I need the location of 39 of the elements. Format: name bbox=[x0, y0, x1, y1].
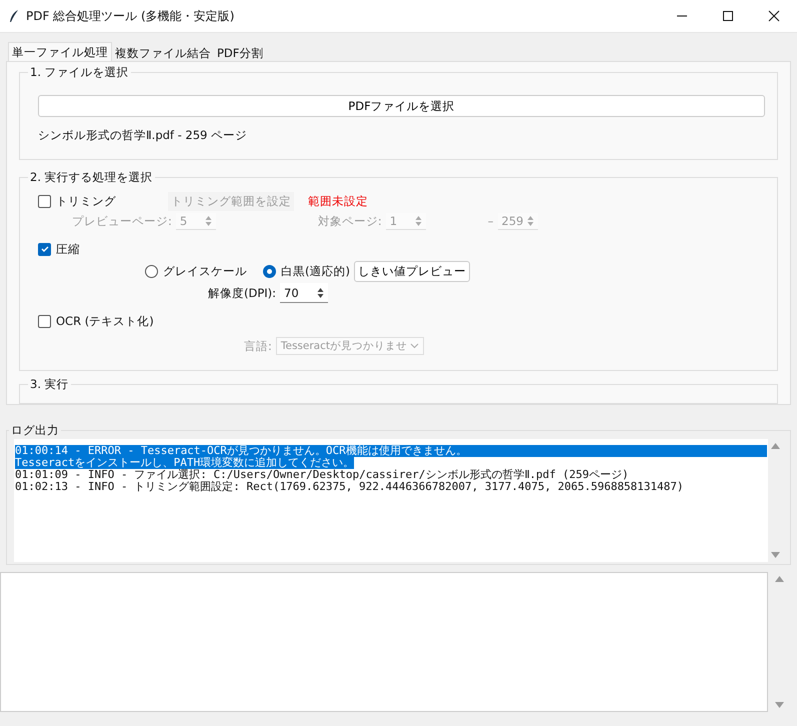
section-title: ログ出力 bbox=[9, 423, 61, 438]
log-line: 01:02:13 - INFO - トリミング範囲設定: Rect(1769.62375, 922.4446366782007, 3177.4075, 2065.5968858131487) bbox=[15, 481, 685, 493]
section-title: 1. ファイルを選択 bbox=[28, 65, 131, 80]
threshold-preview-button[interactable]: しきい値プレビュー bbox=[354, 260, 470, 282]
section-title: 3. 実行 bbox=[28, 377, 71, 392]
window-title: PDF 総合処理ツール (多機能・安定版) bbox=[26, 8, 234, 24]
maximize-icon bbox=[722, 10, 734, 22]
scroll-down-icon bbox=[775, 702, 784, 708]
range-separator: – bbox=[488, 214, 494, 228]
check-icon bbox=[40, 244, 50, 254]
scroll-up-icon bbox=[771, 443, 780, 449]
language-label: 言語: bbox=[244, 338, 272, 354]
file-info: シンボル形式の哲学Ⅱ.pdf - 259 ページ bbox=[38, 128, 248, 143]
checkbox-label: OCR (テキスト化) bbox=[56, 314, 154, 328]
checkbox-label: 圧縮 bbox=[56, 242, 80, 256]
scroll-up-icon bbox=[775, 576, 784, 582]
dpi-label: 解像度(DPI): bbox=[208, 286, 276, 300]
spin-arrows-icon bbox=[204, 214, 212, 226]
radio-button[interactable] bbox=[263, 264, 276, 278]
preview-page-label: プレビューページ: bbox=[72, 214, 172, 228]
section-title: 2. 実行する処理を選択 bbox=[28, 170, 155, 185]
spin-arrows-icon bbox=[526, 214, 534, 226]
scroll-down-icon bbox=[771, 552, 780, 558]
spin-arrows-icon bbox=[317, 286, 324, 298]
checkbox[interactable] bbox=[38, 242, 51, 256]
target-page-label: 対象ページ: bbox=[318, 214, 382, 228]
select-pdf-button[interactable]: PDFファイルを選択 bbox=[38, 95, 765, 117]
close-icon bbox=[768, 10, 780, 22]
spinbox[interactable]: 70 bbox=[280, 283, 328, 303]
range-status: 範囲未設定 bbox=[308, 194, 368, 208]
chevron-down-icon bbox=[410, 343, 420, 349]
log-line: 01:01:09 - INFO - ファイル選択: C:/Users/Owner/Desktop/cassirer/シンボル形式の哲学Ⅱ.pdf (259ページ) bbox=[15, 469, 630, 481]
radio-label: 白黒(適応的) bbox=[281, 264, 350, 278]
radio-button[interactable] bbox=[145, 264, 158, 278]
tab[interactable]: 単一ファイル処理 bbox=[8, 42, 112, 61]
spin-arrows-icon bbox=[414, 214, 422, 226]
feather-icon bbox=[8, 9, 20, 23]
radio-label: グレイスケール bbox=[163, 264, 247, 278]
checkbox-label: トリミング bbox=[56, 194, 116, 208]
